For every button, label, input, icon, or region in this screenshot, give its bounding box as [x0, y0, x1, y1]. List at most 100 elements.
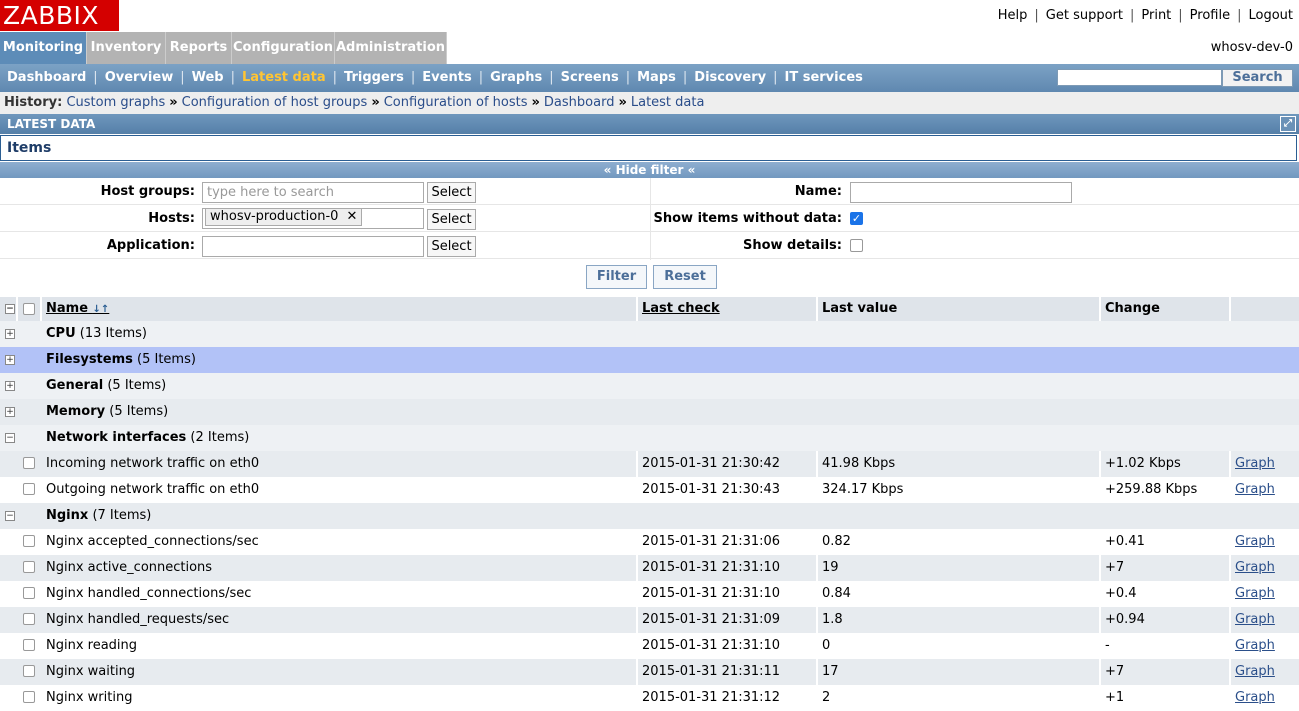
logout-link[interactable]: Logout	[1248, 8, 1293, 23]
last-check: 2015-01-31 21:30:42	[636, 451, 818, 477]
get-support-link[interactable]: Get support	[1046, 8, 1123, 23]
hide-filter-toggle[interactable]: « Hide filter «	[0, 162, 1299, 178]
column-last-check[interactable]: Last check	[638, 297, 818, 321]
last-check: 2015-01-31 21:31:12	[636, 685, 818, 711]
reset-button[interactable]: Reset	[653, 265, 717, 289]
submenu-overview[interactable]: Overview	[105, 70, 174, 85]
profile-link[interactable]: Profile	[1190, 8, 1230, 23]
row-checkbox[interactable]	[23, 665, 35, 677]
chevron-up-icon: «	[603, 163, 612, 177]
graph-link[interactable]: Graph	[1235, 690, 1275, 705]
section-title: LATEST DATA	[7, 117, 96, 131]
table-row: Outgoing network traffic on eth0 2015-01…	[0, 477, 1299, 503]
group-count: (5 Items)	[107, 378, 167, 393]
show-details-checkbox[interactable]	[850, 239, 863, 252]
minus-icon[interactable]: −	[5, 433, 15, 443]
history-link[interactable]: Custom graphs	[66, 95, 165, 110]
menu-monitoring[interactable]: Monitoring	[0, 32, 87, 64]
submenu-graphs[interactable]: Graphs	[490, 70, 542, 85]
application-select-button[interactable]: Select	[427, 236, 476, 257]
history-link[interactable]: Dashboard	[544, 95, 615, 110]
graph-link[interactable]: Graph	[1235, 560, 1275, 575]
row-checkbox[interactable]	[23, 535, 35, 547]
minus-icon: −	[5, 304, 15, 314]
separator: |	[230, 70, 235, 85]
show-items-without-data-label: Show items without data:	[653, 211, 842, 226]
application-input[interactable]	[202, 236, 424, 257]
graph-link[interactable]: Graph	[1235, 534, 1275, 549]
last-check: 2015-01-31 21:31:09	[636, 607, 818, 633]
column-name[interactable]: Name ↓↑	[42, 297, 638, 321]
menu-configuration[interactable]: Configuration	[232, 32, 335, 64]
host-groups-input[interactable]: type here to search	[202, 182, 424, 203]
graph-link[interactable]: Graph	[1235, 586, 1275, 601]
row-checkbox[interactable]	[23, 457, 35, 469]
group-row-network-interfaces[interactable]: − Network interfaces (2 Items)	[0, 425, 1299, 451]
group-name-cell: Memory (5 Items)	[42, 399, 168, 425]
last-value: 19	[816, 555, 1101, 581]
group-count: (5 Items)	[109, 404, 169, 419]
plus-icon[interactable]: +	[5, 329, 15, 339]
submenu-dashboard[interactable]: Dashboard	[7, 70, 86, 85]
menu-reports[interactable]: Reports	[166, 32, 232, 64]
fullscreen-icon[interactable]: ⤢	[1280, 116, 1296, 132]
submenu-maps[interactable]: Maps	[637, 70, 676, 85]
help-link[interactable]: Help	[998, 8, 1028, 23]
plus-icon[interactable]: +	[5, 355, 15, 365]
name-input[interactable]	[850, 182, 1072, 203]
submenu-web[interactable]: Web	[192, 70, 224, 85]
history-label: History:	[4, 95, 63, 110]
submenu-events[interactable]: Events	[422, 70, 471, 85]
change: +259.88 Kbps	[1099, 477, 1231, 503]
row-checkbox[interactable]	[23, 691, 35, 703]
submenu-screens[interactable]: Screens	[561, 70, 619, 85]
group-row-memory[interactable]: + Memory (5 Items)	[0, 399, 1299, 425]
search-input[interactable]	[1057, 69, 1222, 86]
graph-link[interactable]: Graph	[1235, 612, 1275, 627]
graph-link[interactable]: Graph	[1235, 482, 1275, 497]
minus-icon[interactable]: −	[5, 511, 15, 521]
history-link[interactable]: Configuration of host groups	[182, 95, 368, 110]
item-name: Incoming network traffic on eth0	[46, 456, 260, 471]
host-groups-select-button[interactable]: Select	[427, 182, 476, 203]
graph-link[interactable]: Graph	[1235, 456, 1275, 471]
plus-icon[interactable]: +	[5, 381, 15, 391]
graph-link[interactable]: Graph	[1235, 664, 1275, 679]
close-icon[interactable]: ✕	[343, 209, 358, 224]
row-checkbox[interactable]	[23, 587, 35, 599]
menu-administration[interactable]: Administration	[335, 32, 447, 64]
submenu-triggers[interactable]: Triggers	[344, 70, 404, 85]
row-checkbox[interactable]	[23, 561, 35, 573]
show-items-without-data-checkbox[interactable]: ✓	[850, 212, 863, 225]
graph-link[interactable]: Graph	[1235, 638, 1275, 653]
history-link[interactable]: Latest data	[631, 95, 705, 110]
collapse-all-toggle[interactable]: −	[0, 297, 18, 321]
select-all-checkbox[interactable]	[23, 303, 35, 315]
group-row-cpu[interactable]: + CPU (13 Items)	[0, 321, 1299, 347]
change: +1	[1099, 685, 1231, 711]
table-row: Incoming network traffic on eth0 2015-01…	[0, 451, 1299, 477]
submenu-it-services[interactable]: IT services	[784, 70, 862, 85]
zabbix-logo[interactable]: ZABBIX	[0, 0, 119, 31]
group-name-cell: General (5 Items)	[42, 373, 166, 399]
menu-inventory[interactable]: Inventory	[87, 32, 166, 64]
separator: |	[1129, 8, 1135, 23]
hosts-select-button[interactable]: Select	[427, 209, 476, 230]
search-button[interactable]: Search	[1222, 69, 1293, 87]
filter-button[interactable]: Filter	[586, 265, 647, 289]
group-row-general[interactable]: + General (5 Items)	[0, 373, 1299, 399]
history-link[interactable]: Configuration of hosts	[384, 95, 528, 110]
row-checkbox[interactable]	[23, 483, 35, 495]
group-row-nginx[interactable]: − Nginx (7 Items)	[0, 503, 1299, 529]
table-row: Nginx writing 2015-01-31 21:31:12 2 +1 G…	[0, 685, 1299, 711]
last-check: 2015-01-31 21:31:06	[636, 529, 818, 555]
plus-icon[interactable]: +	[5, 407, 15, 417]
submenu-discovery[interactable]: Discovery	[694, 70, 766, 85]
row-checkbox[interactable]	[23, 613, 35, 625]
submenu-latest-data[interactable]: Latest data	[242, 70, 326, 85]
select-all-cell	[18, 297, 42, 321]
last-value: 324.17 Kbps	[816, 477, 1101, 503]
group-row-filesystems[interactable]: + Filesystems (5 Items)	[0, 347, 1299, 373]
print-link[interactable]: Print	[1141, 8, 1171, 23]
row-checkbox[interactable]	[23, 639, 35, 651]
